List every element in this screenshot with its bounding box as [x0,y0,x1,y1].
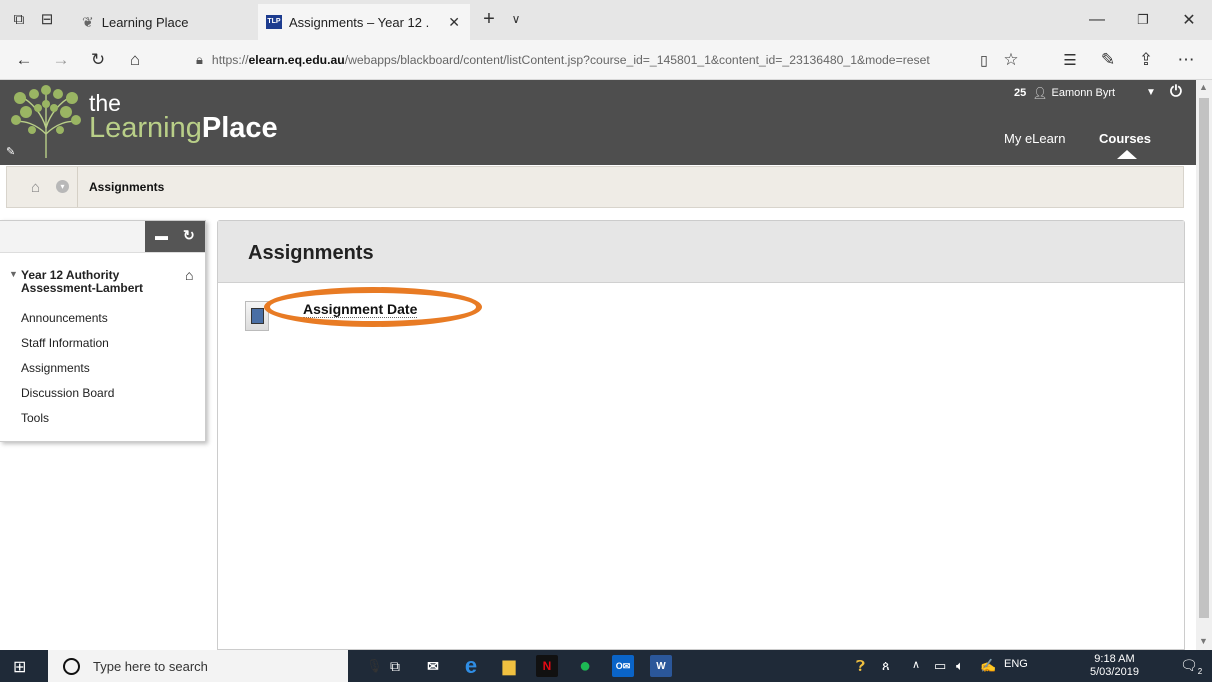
browser-tab-strip: ⧉ ⊟ ❦ Learning Place TLP Assignments – Y… [0,0,1212,40]
set-aside-tabs-icon[interactable]: ⧉ [8,8,30,30]
mail-icon[interactable]: ✉ [422,655,444,677]
show-tabs-aside-icon[interactable]: ⊟ [36,8,58,30]
content-panel: Assignments Assignment Date [217,220,1185,650]
courses-link[interactable]: Courses [1099,131,1151,146]
edit-mode-pencil-icon[interactable]: ✎ [6,145,15,158]
tree-logo-icon [11,85,81,158]
collapse-caret-icon[interactable]: ▼ [9,269,18,279]
tab-title: Learning Place [101,14,189,30]
content-header: Assignments [218,221,1184,283]
close-tab-icon[interactable]: ✕ [448,14,460,31]
course-menu: ▬ ↻ ▼ Year 12 Authority Assessment-Lambe… [0,220,206,442]
scroll-down-icon[interactable]: ▼ [1199,636,1208,646]
notification-count[interactable]: 25 [1014,87,1026,99]
network-icon[interactable]: ▭ [934,658,946,674]
clock-time: 9:18 AM [1094,653,1135,665]
sidebar-item-staff-information[interactable]: Staff Information [21,336,109,350]
share-icon[interactable]: ⇪ [1132,46,1160,74]
sidebar-item-assignments[interactable]: Assignments [21,361,90,375]
taskbar-clock[interactable]: 9:18 AM 5/03/2019 [1090,653,1139,679]
web-note-pen-icon[interactable]: ✎ [1094,46,1122,74]
active-tab-indicator [1117,150,1137,159]
volume-icon[interactable]: 🔈︎ [956,658,964,674]
sidebar-item-discussion-board[interactable]: Discussion Board [21,386,114,400]
refresh-icon[interactable]: ↻ [84,46,112,74]
leaf-favicon-icon: ❦ [82,13,94,30]
outlook-icon[interactable]: O✉ [612,655,634,677]
word-icon[interactable]: W [650,655,672,677]
user-menu[interactable]: 25 👤︎ Eamonn Byrt [1014,86,1115,100]
netflix-icon[interactable]: N [536,655,558,677]
restore-icon[interactable]: ❐ [1120,0,1166,40]
task-view-icon[interactable]: ⧉ [384,655,406,677]
breadcrumb: ⌂ ▾ Assignments [6,166,1184,208]
tab-learning-place[interactable]: ❦ Learning Place [72,4,256,40]
windows-taskbar: ⊞ Type here to search 🎙︎ ⧉ ✉ e ▆ N ● O✉ … [0,650,1212,682]
tab-assignments[interactable]: TLP Assignments – Year 12 . ✕ [258,4,470,40]
page-title: Assignments [248,242,374,264]
forward-arrow-icon[interactable]: → [47,46,75,74]
course-home-icon[interactable]: ⌂ [185,267,193,283]
more-menu-icon[interactable]: ⋯ [1172,46,1200,74]
my-elearn-link[interactable]: My eLearn [1004,131,1065,146]
url-path: /webapps/blackboard/content/listContent.… [344,53,930,67]
folder-view-icon[interactable]: ▬ [155,228,168,243]
show-hidden-icons-icon[interactable]: ∧ [912,658,920,671]
new-tab-icon[interactable]: + [478,8,500,30]
minimize-icon[interactable]: — [1074,0,1120,40]
home-icon[interactable]: ⌂ [31,179,40,196]
microphone-icon[interactable]: 🎙︎ [366,658,383,674]
user-menu-caret-icon[interactable]: ▼ [1146,87,1156,98]
sidebar-item-tools[interactable]: Tools [21,411,49,425]
highlight-annotation [264,287,482,327]
favorite-star-icon[interactable]: ☆ [997,46,1025,74]
course-menu-tools: ▬ ↻ [145,221,205,252]
edge-browser-icon[interactable]: e [460,653,482,678]
close-window-icon[interactable]: ✕ [1166,0,1212,40]
clock-date: 5/03/2019 [1090,666,1139,678]
logout-power-icon[interactable]: ⏻ [1170,83,1182,100]
breadcrumb-current: Assignments [89,180,165,194]
taskbar-search[interactable]: Type here to search 🎙︎ [48,650,383,682]
browser-toolbar: ← → ↻ ⌂ 🔒︎ https://elearn.eq.edu.au/weba… [0,40,1212,80]
sidebar-item-announcements[interactable]: Announcements [21,311,108,325]
help-icon[interactable]: ❓︎ [856,658,865,675]
course-title[interactable]: Year 12 Authority Assessment-Lambert [21,269,171,295]
page-scrollbar[interactable]: ▲ ▼ [1196,80,1212,650]
site-header: the LearningPlace ✎ 25 👤︎ Eamonn Byrt ▼ … [0,80,1196,165]
favorites-list-icon[interactable]: ☰ [1056,46,1084,74]
user-name[interactable]: Eamonn Byrt [1051,87,1115,99]
tlp-favicon-icon: TLP [266,15,282,29]
logo-text-learning-place: LearningPlace [89,112,278,144]
people-icon[interactable]: ጰ [882,658,890,674]
spotify-icon[interactable]: ● [574,655,596,677]
tab-preview-chevron-icon[interactable]: ∨ [505,8,527,30]
back-arrow-icon[interactable]: ← [10,46,38,74]
pen-workspace-icon[interactable]: ✍ [980,658,996,674]
action-center-icon[interactable]: 🗨︎2 [1180,657,1202,676]
user-icon: 👤︎ [1032,86,1048,100]
refresh-icon[interactable]: ↻ [183,227,195,244]
taskbar-search-placeholder: Type here to search [93,658,208,674]
tab-title: Assignments – Year 12 . [289,14,430,30]
course-menu-toolbar: ▬ ↻ [0,221,205,253]
windows-start-icon[interactable]: ⊞ [13,657,26,677]
home-icon[interactable]: ⌂ [121,46,149,74]
url-host: elearn.eq.edu.au [248,53,345,67]
reading-view-icon[interactable]: ▯ [970,46,998,74]
address-bar[interactable]: 🔒︎ https://elearn.eq.edu.au/webapps/blac… [196,47,966,73]
language-indicator[interactable]: ENG [1004,658,1028,670]
breadcrumb-menu-icon[interactable]: ▾ [56,180,69,193]
notification-badge: 2 [1197,666,1203,676]
file-explorer-icon[interactable]: ▆ [498,655,520,677]
lock-icon: 🔒︎ [196,52,203,67]
url-prefix: https:// [211,53,249,67]
scroll-thumb[interactable] [1199,98,1209,618]
cortana-circle-icon [63,657,80,675]
breadcrumb-divider [77,167,78,207]
scroll-up-icon[interactable]: ▲ [1199,82,1208,92]
